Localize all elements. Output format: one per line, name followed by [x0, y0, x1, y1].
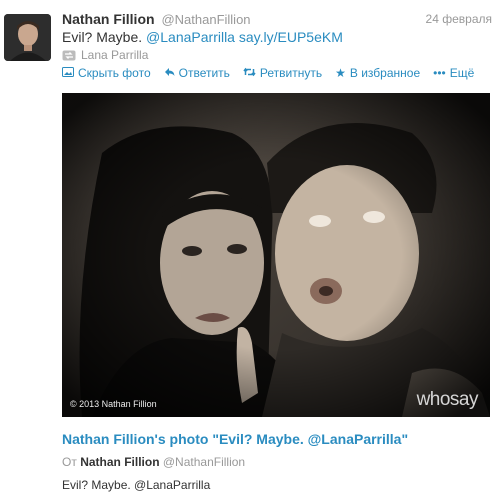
avatar[interactable] [4, 14, 51, 61]
more-label: Ещё [449, 66, 475, 80]
url-link[interactable]: say.ly/EUP5eKM [239, 29, 343, 45]
reply-icon [164, 67, 175, 79]
mention-link[interactable]: @LanaParrilla [146, 29, 235, 45]
photo-image [62, 93, 490, 417]
retweeted-by-name[interactable]: Lana Parrilla [81, 48, 148, 62]
card-from-handle[interactable]: @NathanFillion [163, 455, 245, 469]
card-from-label: От [62, 455, 77, 469]
retweet-icon [243, 67, 256, 79]
card-description: Evil? Maybe. @LanaParrilla [62, 478, 211, 492]
author-handle[interactable]: @NathanFillion [161, 12, 250, 27]
tweet-photo[interactable]: © 2013 Nathan Fillion whosay [62, 93, 490, 417]
reply-label: Ответить [178, 66, 230, 80]
tweet-actions: Скрыть фото Ответить Ретвитнуть ★ В избр… [62, 66, 492, 80]
image-icon [62, 67, 74, 79]
retweet-small-icon [62, 50, 76, 61]
photo-copyright: © 2013 Nathan Fillion [70, 399, 157, 409]
retweet-label: Ретвитнуть [259, 66, 323, 80]
hide-photo-label: Скрыть фото [78, 66, 151, 80]
more-icon: ••• [433, 66, 446, 80]
retweet-button[interactable]: Ретвитнуть [243, 66, 322, 80]
card-attribution: От Nathan Fillion @NathanFillion [62, 455, 245, 469]
favorite-label: В избранное [349, 66, 421, 80]
tweet-date[interactable]: 24 февраля [426, 12, 492, 26]
tweet-header: Nathan Fillion @NathanFillion 24 февраля [62, 11, 492, 29]
tweet-text: Evil? Maybe. @LanaParrilla say.ly/EUP5eK… [62, 29, 343, 45]
star-icon: ★ [335, 66, 346, 80]
favorite-button[interactable]: ★ В избранное [335, 66, 420, 80]
whosay-logo: whosay [416, 389, 479, 410]
retweeted-by: Lana Parrilla [62, 48, 148, 62]
card-title[interactable]: Nathan Fillion's photo "Evil? Maybe. @La… [62, 431, 408, 447]
more-button[interactable]: ••• Ещё [433, 66, 474, 80]
reply-button[interactable]: Ответить [164, 66, 230, 80]
author-name[interactable]: Nathan Fillion [62, 11, 155, 27]
tweet-text-body: Evil? Maybe. [62, 29, 143, 45]
card-from-name[interactable]: Nathan Fillion [80, 455, 159, 469]
hide-photo-button[interactable]: Скрыть фото [62, 66, 151, 80]
